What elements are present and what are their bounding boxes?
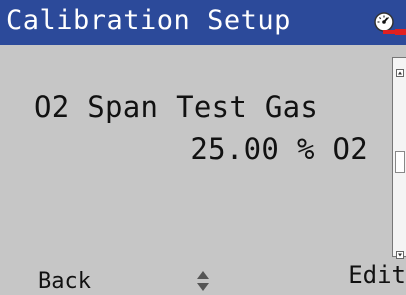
page-title: Calibration Setup	[6, 5, 291, 36]
title-bar: Calibration Setup	[0, 0, 406, 45]
scroll-down-arrow-icon[interactable]	[396, 244, 404, 259]
display-screen: Calibration Setup O2 Span Test Gas 25.00…	[0, 0, 406, 295]
gauge-alarm-icon	[373, 11, 406, 37]
parameter-label: O2 Span Test Gas	[34, 90, 319, 124]
scrollbar-thumb[interactable]	[395, 151, 405, 173]
up-down-arrows-icon[interactable]	[196, 269, 210, 293]
vertical-scrollbar[interactable]	[392, 57, 406, 259]
parameter-value[interactable]: 25.00 % O2	[190, 131, 368, 167]
edit-button[interactable]: Edit	[348, 262, 406, 288]
back-button[interactable]: Back	[38, 270, 91, 294]
scroll-up-arrow-icon[interactable]	[396, 62, 404, 77]
softkey-bar: Back Edit	[0, 258, 406, 295]
content-area: O2 Span Test Gas 25.00 % O2	[0, 45, 392, 251]
